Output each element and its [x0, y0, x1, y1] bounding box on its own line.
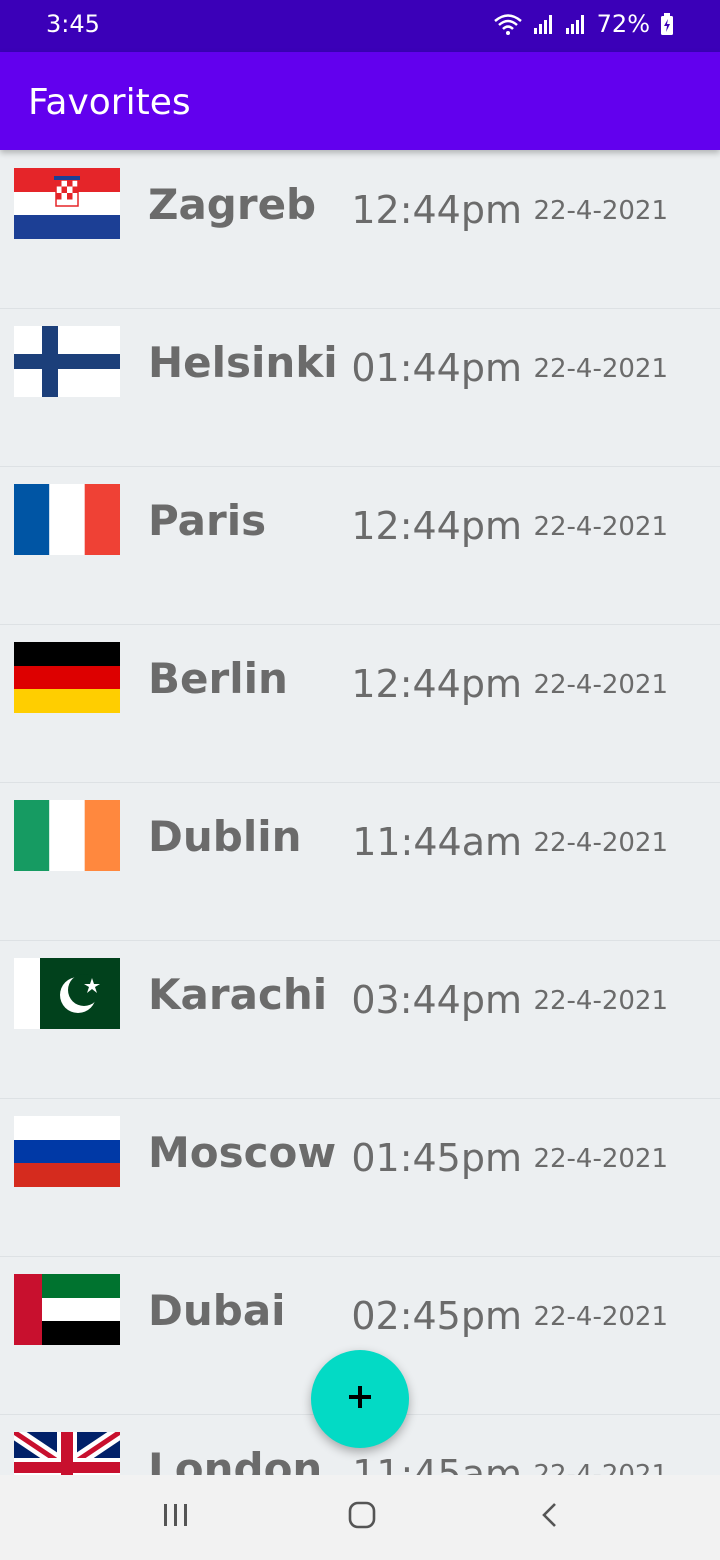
finland-flag-icon [14, 326, 120, 397]
recents-icon [161, 1501, 191, 1533]
city-name: Helsinki [148, 338, 338, 387]
status-bar: 3:45 72% [0, 0, 720, 52]
city-time: 12:44pm [351, 188, 522, 232]
city-date: 22-4-2021 [533, 828, 668, 858]
status-time: 3:45 [46, 10, 100, 38]
page-title: Favorites [28, 82, 191, 123]
city-date: 22-4-2021 [533, 354, 668, 384]
wifi-icon [493, 12, 523, 36]
russia-flag-icon [14, 1116, 120, 1187]
city-time: 03:44pm [351, 978, 522, 1022]
city-time: 12:44pm [351, 504, 522, 548]
pakistan-flag-icon [14, 958, 120, 1029]
city-name: London [148, 1444, 323, 1475]
city-date: 22-4-2021 [533, 670, 668, 700]
city-time: 01:44pm [351, 346, 522, 390]
list-item[interactable]: Paris 12:44pm 22-4-2021 [0, 466, 720, 625]
city-time: 02:45pm [351, 1294, 522, 1338]
list-item[interactable]: Karachi 03:44pm 22-4-2021 [0, 940, 720, 1099]
city-date: 22-4-2021 [533, 986, 668, 1016]
list-item[interactable]: Helsinki 01:44pm 22-4-2021 [0, 308, 720, 467]
add-favorite-button[interactable] [311, 1350, 409, 1448]
signal-icon-2 [565, 12, 587, 36]
back-button[interactable] [520, 1495, 580, 1539]
croatia-flag-icon [14, 168, 120, 239]
plus-icon [347, 1384, 373, 1414]
battery-icon [660, 12, 674, 36]
city-name: Zagreb [148, 180, 317, 229]
city-name: Moscow [148, 1128, 337, 1177]
system-nav-bar [0, 1475, 720, 1560]
recents-button[interactable] [146, 1495, 206, 1539]
city-date: 22-4-2021 [533, 1302, 668, 1332]
home-button[interactable] [332, 1495, 392, 1539]
list-item[interactable]: Moscow 01:45pm 22-4-2021 [0, 1098, 720, 1257]
signal-icon [533, 12, 555, 36]
city-name: Dublin [148, 812, 302, 861]
list-item[interactable]: Dublin 11:44am 22-4-2021 [0, 782, 720, 941]
city-time: 11:45am [352, 1452, 522, 1475]
uae-flag-icon [14, 1274, 120, 1345]
city-date: 22-4-2021 [533, 196, 668, 226]
home-icon [347, 1501, 377, 1533]
city-date: 22-4-2021 [533, 1144, 668, 1174]
city-date: 22-4-2021 [533, 1460, 668, 1475]
status-icons: 72% [493, 10, 674, 38]
city-time: 01:45pm [351, 1136, 522, 1180]
city-name: Berlin [148, 654, 288, 703]
france-flag-icon [14, 484, 120, 555]
back-icon [535, 1501, 565, 1533]
germany-flag-icon [14, 642, 120, 713]
list-item[interactable]: Zagreb 12:44pm 22-4-2021 [0, 150, 720, 309]
city-time: 12:44pm [351, 662, 522, 706]
city-date: 22-4-2021 [533, 512, 668, 542]
city-name: Paris [148, 496, 267, 545]
city-time: 11:44am [352, 820, 522, 864]
list-item[interactable]: Berlin 12:44pm 22-4-2021 [0, 624, 720, 783]
favorites-list[interactable]: Zagreb 12:44pm 22-4-2021 Helsinki 01:44p… [0, 150, 720, 1475]
ireland-flag-icon [14, 800, 120, 871]
city-name: Karachi [148, 970, 328, 1019]
app-bar: Favorites [0, 52, 720, 150]
battery-percent: 72% [596, 10, 650, 38]
uk-flag-icon [14, 1432, 120, 1475]
city-name: Dubai [148, 1286, 286, 1335]
